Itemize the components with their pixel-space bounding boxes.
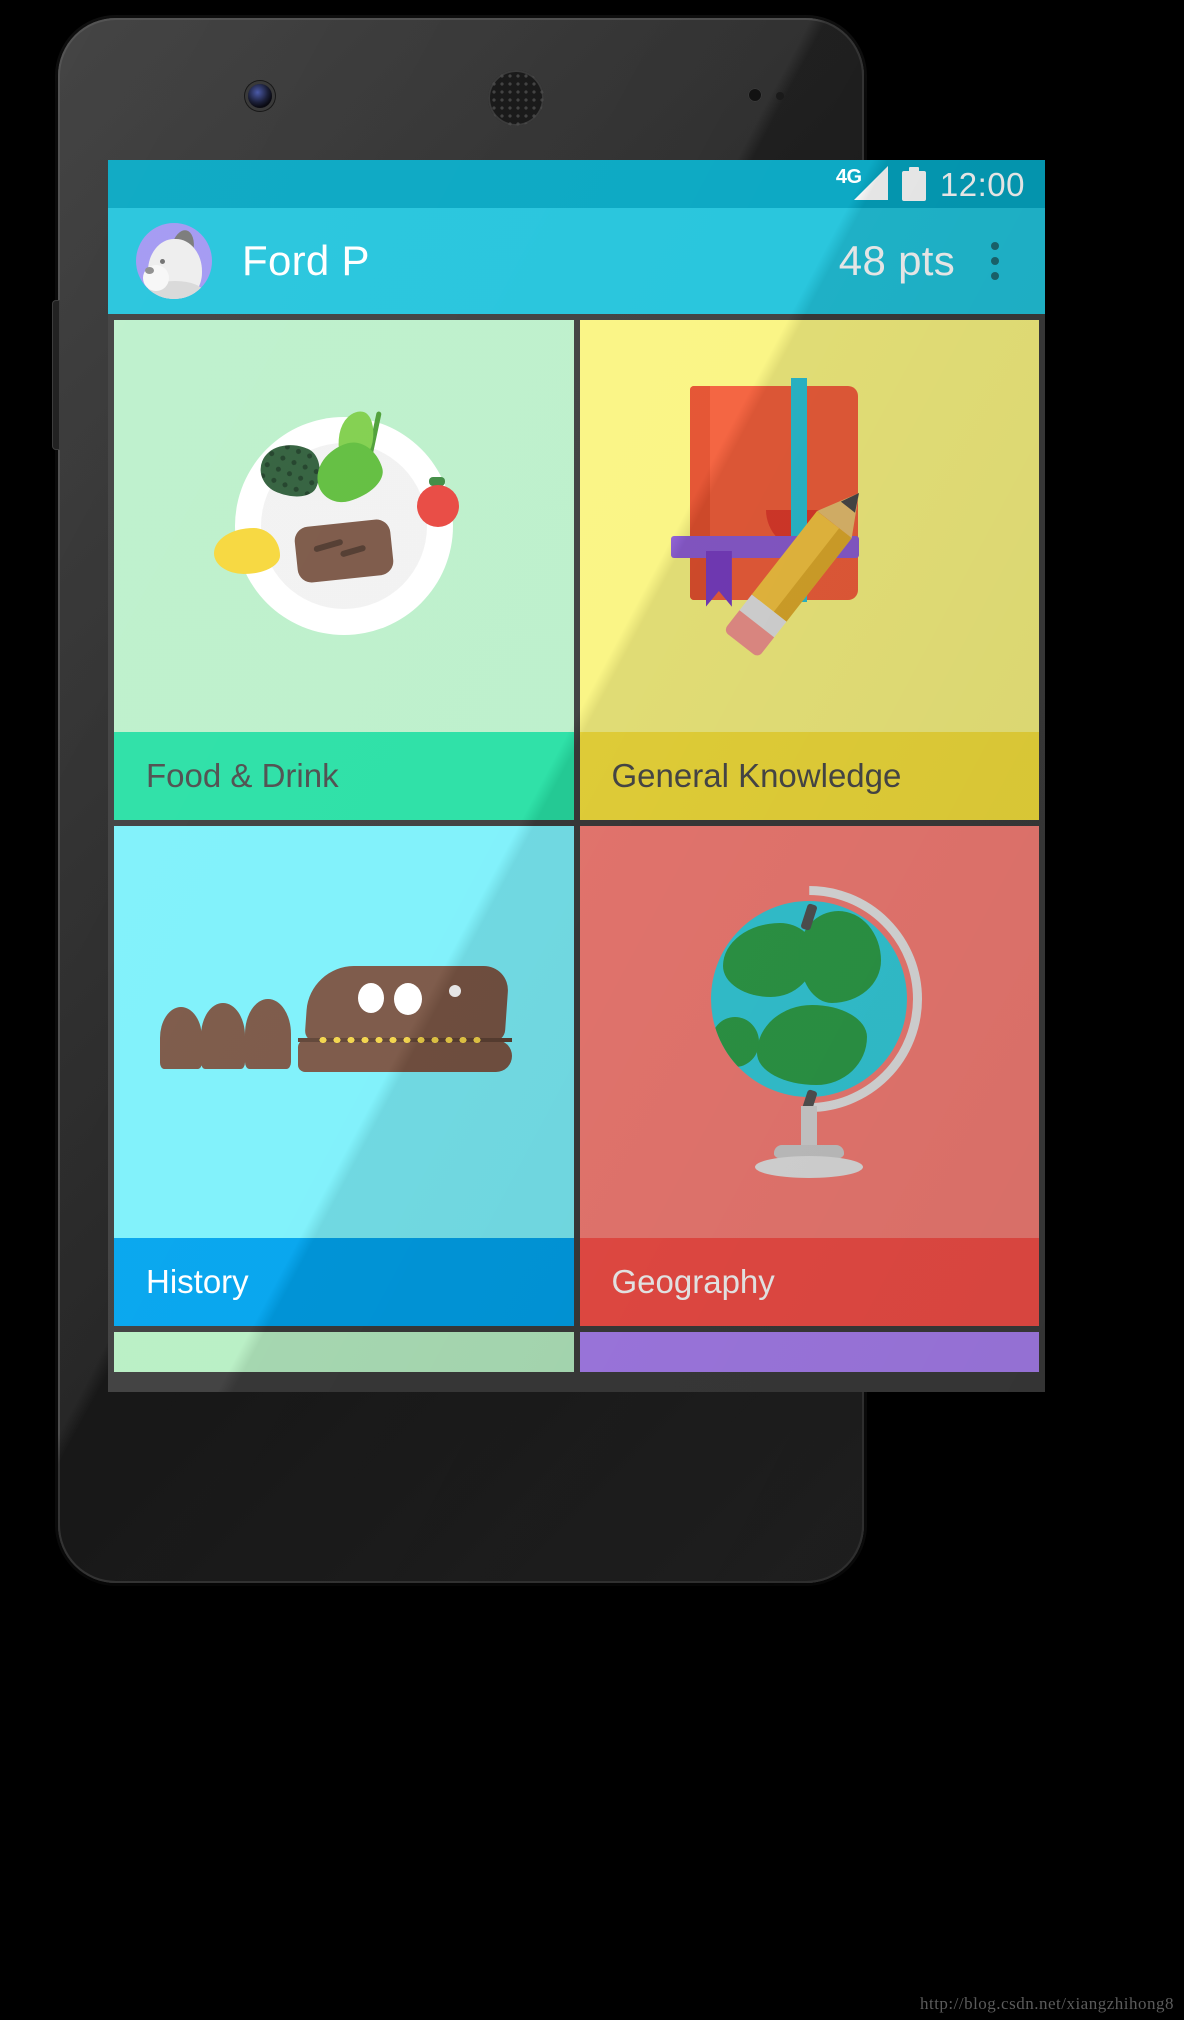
points-badge: 48 pts xyxy=(838,237,955,284)
user-name: Ford P xyxy=(242,237,370,284)
category-tile-label: General Knowledge xyxy=(579,732,1039,820)
battery-full-icon xyxy=(901,167,926,201)
proximity-sensor-icon xyxy=(748,88,762,102)
dinosaur-skull xyxy=(114,826,574,1238)
status-bar-clock: 12:00 xyxy=(939,165,1025,203)
category-tile-food-drink[interactable]: Food & Drink xyxy=(114,320,574,820)
category-tile-partial-green[interactable] xyxy=(114,1332,574,1372)
more-vert-icon[interactable] xyxy=(967,242,1023,280)
light-sensor-icon xyxy=(776,92,784,100)
category-tile-partial-purple[interactable] xyxy=(579,1332,1039,1372)
phone-screen: 4G 12:00 Ford P 48 pts Food & Drink Gene… xyxy=(108,160,1045,1392)
status-bar-icons: 4G 12:00 xyxy=(836,165,1025,203)
plate-of-food xyxy=(114,320,574,732)
app-bar: Ford P 48 pts xyxy=(108,208,1045,314)
category-tile-label: Food & Drink xyxy=(114,732,574,820)
signal-triangle-icon: 4G xyxy=(836,166,888,201)
camera-icon xyxy=(248,84,272,108)
watermark: http://blog.csdn.net/xiangzhihong8 xyxy=(919,1994,1174,2013)
category-tile-history[interactable]: History xyxy=(114,826,574,1326)
category-tile-geography[interactable]: Geography xyxy=(579,826,1039,1326)
category-grid: Food & Drink General Knowledge History G… xyxy=(108,314,1045,1392)
category-tile-label: History xyxy=(114,1238,574,1326)
avatar[interactable] xyxy=(136,223,212,299)
category-tile-general-knowledge[interactable]: General Knowledge xyxy=(579,320,1039,820)
category-tile-label: Geography xyxy=(579,1238,1039,1326)
volume-button[interactable] xyxy=(52,300,60,450)
book-and-pencil xyxy=(579,320,1039,732)
globe xyxy=(579,826,1039,1238)
status-bar: 4G 12:00 xyxy=(108,160,1045,208)
speaker-icon xyxy=(488,70,544,126)
